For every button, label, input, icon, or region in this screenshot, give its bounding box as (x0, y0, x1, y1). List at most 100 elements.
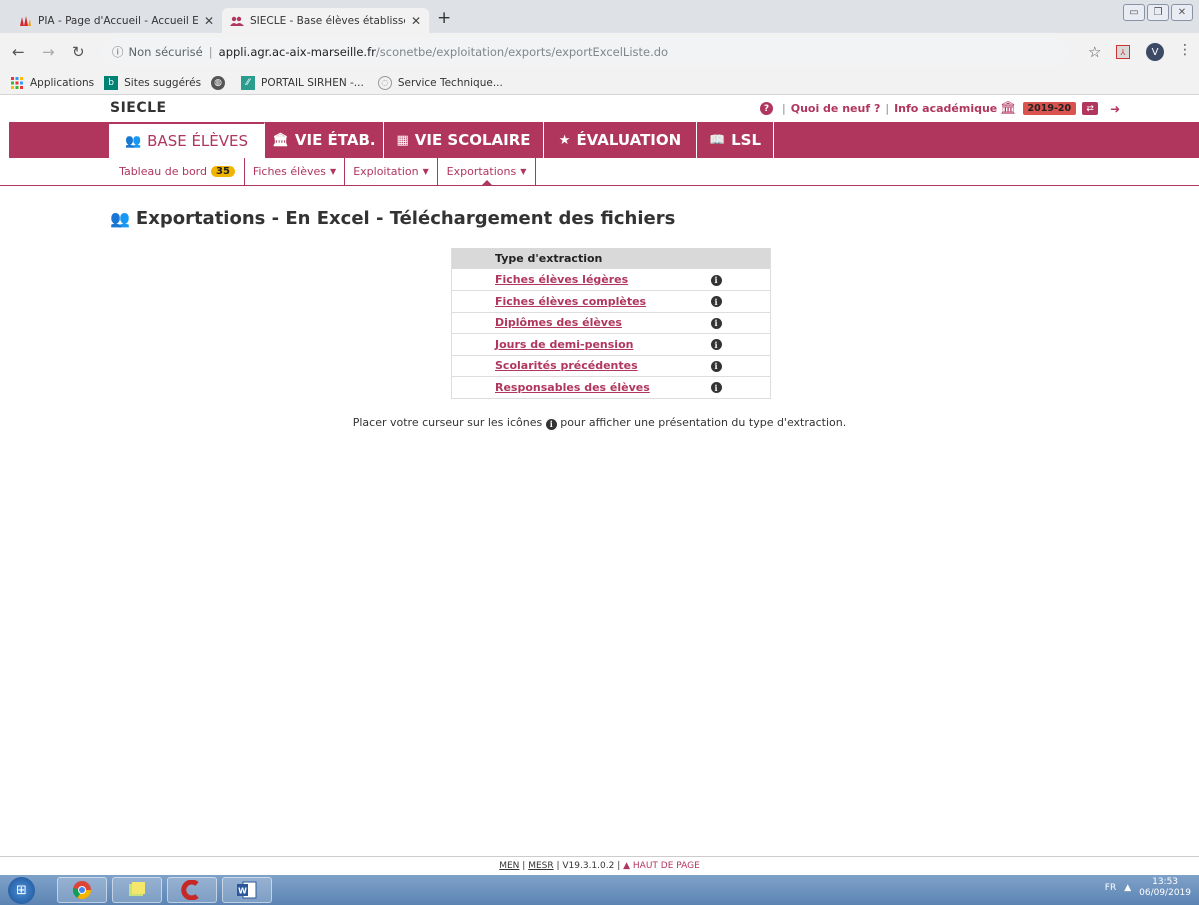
taskbar-chrome[interactable] (57, 877, 107, 903)
table-row: Fiches élèves légères i (451, 269, 771, 291)
url-host: appli.agr.ac-aix-marseille.fr (218, 45, 376, 59)
url-path: /sconetbe/exploitation/exports/exportExc… (375, 45, 669, 59)
url-bar[interactable]: ⓘ Non sécurisé | appli.agr.ac-aix-marsei… (102, 38, 1068, 66)
extraction-table: Type d'extraction Fiches élèves légères … (451, 248, 771, 399)
institution-icon[interactable]: 🏛 (1000, 101, 1017, 116)
info-icon[interactable]: i (710, 296, 722, 308)
forward-arrow-icon[interactable]: → (42, 43, 55, 61)
info-icon[interactable]: i (710, 360, 722, 372)
pdf-extension-icon[interactable]: ⅄ (1116, 45, 1130, 59)
link-scolarites-precedentes[interactable]: Scolarités précédentes (495, 359, 638, 372)
link-diplomes-des-eleves[interactable]: Diplômes des élèves (495, 316, 622, 329)
app-brand[interactable]: SIECLE (110, 100, 167, 116)
table-cell: i (710, 290, 771, 313)
table-cell: i (710, 376, 771, 399)
tab-title: SIECLE - Base élèves établisseme (250, 14, 405, 27)
subnav-tableau-de-bord[interactable]: Tableau de bord 35 (110, 158, 245, 185)
bookmark-label: Sites suggérés (124, 76, 202, 89)
table-row: Fiches élèves complètes i (451, 290, 771, 313)
subnav-exportations[interactable]: Exportations ▼ (438, 158, 536, 186)
nav-label: VIE SCOLAIRE (414, 131, 531, 149)
info-icon[interactable]: i (710, 274, 722, 286)
subnav-label: Exploitation (353, 165, 419, 178)
bookmark-globe[interactable]: ◍ (211, 75, 231, 90)
star-icon: ★ (558, 132, 571, 148)
browser-tab-siecle[interactable]: SIECLE - Base élèves établisseme ✕ (222, 8, 429, 33)
windows-taskbar: ⊞ W FR ▲ 13:53 06/09/2019 (0, 875, 1199, 905)
bookmark-applications[interactable]: Applications (10, 76, 94, 90)
separator: | (885, 102, 890, 115)
close-tab-icon[interactable]: ✕ (204, 14, 214, 28)
subnav-exploitation[interactable]: Exploitation ▼ (345, 158, 438, 185)
link-info-academique[interactable]: Info académique (894, 102, 997, 115)
link-quoi-de-neuf[interactable]: Quoi de neuf ? (791, 102, 881, 115)
windows-logo-icon: ⊞ (16, 883, 27, 898)
users-icon: 👥 (124, 133, 142, 149)
subnav-fiches-eleves[interactable]: Fiches élèves ▼ (245, 158, 345, 185)
bookmark-portail-sirhen[interactable]: ⁄⁄ PORTAIL SIRHEN -... (241, 75, 364, 90)
clock[interactable]: 13:53 06/09/2019 (1139, 877, 1191, 899)
nav-vie-etab[interactable]: 🏛 VIE ÉTAB. (265, 122, 384, 158)
taskbar-c-app[interactable] (167, 877, 217, 903)
link-haut-de-page[interactable]: HAUT DE PAGE (633, 861, 700, 871)
nav-vie-scolaire[interactable]: ▦ VIE SCOLAIRE (384, 122, 544, 158)
start-button[interactable]: ⊞ (8, 877, 35, 904)
info-circle-icon[interactable]: ⓘ (112, 44, 124, 60)
minimize-icon[interactable]: ▭ (1123, 4, 1145, 21)
siecle-favicon-icon (230, 16, 244, 26)
browser-menu-icon[interactable]: ⋮ (1178, 42, 1192, 58)
language-indicator[interactable]: FR (1105, 883, 1116, 893)
separator: | (519, 861, 529, 871)
logout-icon[interactable]: ➜ (1110, 102, 1120, 116)
tray-expand-icon[interactable]: ▲ (1124, 883, 1131, 893)
table-row: Responsables des élèves i (451, 376, 771, 399)
hint-before: Placer votre curseur sur les icônes (352, 416, 543, 429)
nav-lsl[interactable]: 📖 LSL (697, 122, 774, 158)
reload-icon[interactable]: ↻ (72, 43, 85, 61)
bookmark-star-icon[interactable]: ☆ (1088, 43, 1101, 61)
nav-base-eleves[interactable]: 👥 BASE ÉLÈVES (109, 122, 265, 158)
bookmark-service-technique[interactable]: ◌ Service Technique... (377, 75, 503, 90)
taskbar-word[interactable]: W (222, 877, 272, 903)
hint-after: pour afficher une présentation du type d… (560, 416, 847, 429)
page-title: 👥 Exportations - En Excel - Téléchargeme… (110, 208, 675, 229)
link-jours-de-demi-pension[interactable]: Jours de demi-pension (495, 338, 633, 351)
main-navigation: 👥 BASE ÉLÈVES 🏛 VIE ÉTAB. ▦ VIE SCOLAIRE… (9, 122, 1199, 158)
active-pointer (480, 180, 493, 186)
new-tab-button[interactable]: + (437, 8, 451, 28)
taskbar-sticky-notes[interactable] (112, 877, 162, 903)
bookmark-sites-suggeres[interactable]: b Sites suggérés (104, 75, 202, 90)
nav-label: LSL (731, 131, 762, 149)
table-cell: i (710, 312, 771, 334)
subnav-label: Tableau de bord (119, 165, 207, 178)
browser-tab-pia[interactable]: PIA - Page d'Accueil - Accueil Ep ✕ (10, 8, 222, 33)
institution-icon: 🏛 (272, 132, 289, 148)
table-header: Type d'extraction (451, 248, 771, 269)
link-fiches-eleves-completes[interactable]: Fiches élèves complètes (495, 295, 646, 308)
table-cell: Scolarités précédentes (451, 355, 711, 377)
profile-avatar[interactable]: V (1146, 43, 1164, 61)
switch-year-icon[interactable]: ⇄ (1082, 102, 1099, 115)
count-badge: 35 (211, 166, 235, 177)
help-icon[interactable]: ? (760, 102, 773, 115)
page-title-text: Exportations - En Excel - Téléchargement… (135, 208, 676, 229)
top-links: ? | Quoi de neuf ? | Info académique (760, 102, 997, 115)
calendar-icon: ▦ (396, 132, 409, 148)
year-selector: 🏛 2019-20 ⇄ ➜ (1000, 101, 1120, 116)
info-icon[interactable]: i (710, 317, 722, 329)
clock-time: 13:53 (1152, 877, 1179, 887)
link-responsables-des-eleves[interactable]: Responsables des élèves (495, 381, 650, 394)
nav-evaluation[interactable]: ★ ÉVALUATION (544, 122, 697, 158)
restore-icon[interactable]: ❐ (1147, 4, 1169, 21)
system-tray: FR ▲ 13:53 06/09/2019 (1105, 877, 1191, 899)
link-men[interactable]: MEN (499, 861, 519, 871)
back-arrow-icon[interactable]: ← (12, 43, 25, 61)
info-icon[interactable]: i (710, 339, 722, 351)
close-tab-icon[interactable]: ✕ (411, 14, 421, 28)
link-fiches-eleves-legeres[interactable]: Fiches élèves légères (495, 273, 628, 286)
link-mesr[interactable]: MESR (528, 861, 553, 871)
word-icon: W (237, 881, 257, 899)
close-window-icon[interactable]: ✕ (1171, 4, 1193, 21)
info-icon[interactable]: i (710, 382, 722, 394)
subnav-label: Exportations (446, 165, 517, 178)
